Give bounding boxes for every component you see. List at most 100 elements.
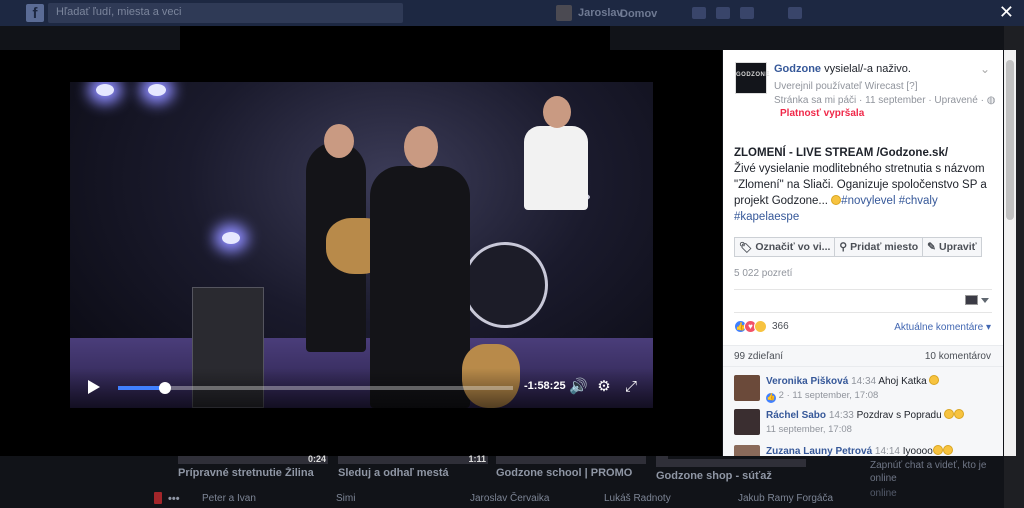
volume-icon[interactable]: 🔊 <box>569 378 588 396</box>
related-thumbnail <box>496 456 646 464</box>
home-link[interactable]: Domov <box>620 8 657 20</box>
globe-icon: ◍ <box>986 95 996 106</box>
related-thumbnail: 0:24 <box>178 454 328 464</box>
drummer <box>524 126 588 210</box>
chat-contact[interactable]: Lukáš Radnoty <box>604 493 671 504</box>
chevron-down-icon[interactable]: ⌄ <box>980 62 990 76</box>
messages-icon[interactable] <box>716 7 730 19</box>
avatar <box>556 5 572 21</box>
post-meta: Uverejnil používateľ Wirecast [?] Stránk… <box>774 80 995 108</box>
related-video[interactable]: Godzone school | PROMO <box>496 456 646 490</box>
singer-head <box>404 126 438 168</box>
caret-down-icon <box>981 297 989 303</box>
avatar[interactable] <box>734 445 760 456</box>
comment-count[interactable]: 10 komentárov <box>925 351 991 362</box>
stage-light <box>96 84 114 96</box>
comment-content: Ráchel Sabo 14:33 Pozdrav s Popradu 11 s… <box>766 409 994 437</box>
post-action-text: vysielal/-a naživo. <box>821 63 911 75</box>
add-location-button[interactable]: ⚲ Pridať miesto <box>835 237 924 257</box>
chat-contact[interactable]: Jaroslav Červaika <box>470 493 549 504</box>
facebook-logo-icon[interactable]: f <box>26 4 44 22</box>
comment-author[interactable]: Zuzana Launy Petrová <box>766 446 872 456</box>
heart-eyes-emoji-icon <box>954 409 965 419</box>
page-header-strip <box>180 26 610 50</box>
avatar[interactable] <box>734 409 760 435</box>
post-title-line: Godzone vysielal/-a naživo. <box>774 63 911 75</box>
comment-text: Ahoj Katka <box>878 376 927 387</box>
tag-icon: 🏷 <box>739 241 753 254</box>
video-duration: 1:11 <box>468 454 486 464</box>
comment-text: Pozdrav s Popradu <box>856 410 942 421</box>
cool-emoji-icon <box>944 409 955 419</box>
reactions[interactable]: 👍 ♥ 366 <box>734 320 789 333</box>
friend-requests-icon[interactable] <box>692 7 706 19</box>
divider <box>734 289 992 290</box>
tag-in-video-button[interactable]: 🏷 Označiť vo vi... <box>734 237 836 257</box>
hashtag-link[interactable]: #kapelaespe <box>734 211 799 223</box>
scrollbar-thumb[interactable] <box>1006 60 1014 220</box>
guitarist-head <box>324 124 354 158</box>
progress-handle[interactable] <box>159 382 172 394</box>
stage-light <box>222 232 240 244</box>
notifications-icon[interactable] <box>740 7 754 19</box>
comment-meta: 👍 2 · 11 september, 17:08 <box>766 390 879 403</box>
post-heading: ZLOMENÍ - LIVE STREAM /Godzone.sk/ <box>734 147 949 159</box>
sort-label: Aktuálne komentáre <box>894 322 984 333</box>
hashtag-link[interactable]: #novylevel <box>841 195 895 207</box>
comment-meta: 11 september, 17:08 <box>766 423 994 437</box>
profile-link[interactable]: Jaroslav <box>556 3 623 23</box>
chat-contact[interactable]: Peter a Ivan <box>202 493 256 504</box>
reaction-count: 366 <box>772 321 789 332</box>
chat-contact[interactable]: Simi <box>336 493 355 504</box>
audience-selector[interactable] <box>965 295 989 305</box>
time-remaining: -1:58:25 <box>524 380 566 392</box>
bass-drum <box>462 242 548 328</box>
chat-contact[interactable]: Jakub Ramy Forgáča <box>738 493 833 504</box>
comment-text: Iyoooo <box>902 446 933 456</box>
search-input[interactable]: Hľadať ľudí, miesta a veci <box>48 3 403 23</box>
share-count[interactable]: 99 zdieľaní <box>734 351 783 362</box>
location-pin-icon: ⚲ <box>839 241 848 253</box>
settings-gear-icon[interactable]: ⚙ <box>595 378 613 396</box>
heart-eyes-emoji-icon <box>942 445 953 455</box>
post-header: GODZONE Godzone vysielal/-a naživo. Uver… <box>723 50 1003 122</box>
comment-author[interactable]: Veronika Pišková <box>766 376 848 387</box>
related-video[interactable]: 1:11 Sleduj a odhaľ mestá <box>338 454 488 490</box>
drummer-head <box>543 96 571 128</box>
post-body: ZLOMENÍ - LIVE STREAM /Godzone.sk/ Živé … <box>734 145 994 225</box>
comment-date[interactable]: 11 september, 17:08 <box>766 424 852 435</box>
video-player[interactable]: -1:58:25 🔊 ⚙ ⤢ <box>70 82 653 408</box>
comment-time: 14:33 <box>828 410 854 421</box>
post-actions: 🏷 Označiť vo vi... ⚲ Pridať miesto ✎ Upravi… <box>734 237 982 257</box>
button-label: Označiť vo vi... <box>755 241 831 253</box>
smile-emoji-icon <box>831 195 842 205</box>
page-thumbnail-icon <box>965 295 978 305</box>
comment-author[interactable]: Ráchel Sabo <box>766 410 826 421</box>
hashtag-link[interactable]: #chvaly <box>899 195 938 207</box>
video-controls: -1:58:25 🔊 ⚙ ⤢ <box>70 368 653 408</box>
avatar[interactable] <box>734 375 760 401</box>
progress-bar[interactable] <box>118 382 513 394</box>
facebook-topbar: f Hľadať ľudí, miesta a veci Jaroslav Do… <box>0 0 1024 26</box>
divider <box>734 312 992 313</box>
progress-fill <box>118 386 166 390</box>
related-video[interactable]: 0:24 Prípravné stretnutie Žilina <box>178 454 328 490</box>
engagement-stats: 99 zdieľaní 10 komentárov <box>723 345 1003 367</box>
wow-reaction-icon <box>754 320 767 333</box>
related-thumbnail <box>656 459 806 467</box>
button-label: Upraviť <box>938 241 977 253</box>
comment-sort-dropdown[interactable]: Aktuálne komentáre ▾ <box>894 322 991 333</box>
comment-date[interactable]: 11 september, 17:08 <box>792 390 878 401</box>
related-video[interactable]: Godzone shop - súťaž <box>656 459 806 482</box>
play-icon[interactable] <box>88 380 100 394</box>
menu-icon[interactable] <box>788 7 802 19</box>
related-title: Godzone school | PROMO <box>496 467 633 479</box>
fullscreen-icon[interactable]: ⤢ <box>622 378 640 396</box>
page-name-link[interactable]: Godzone <box>774 63 821 75</box>
related-title: Godzone shop - súťaž <box>656 470 772 482</box>
close-icon[interactable]: ✕ <box>999 2 1014 22</box>
comment-content: Veronika Pišková 14:34 Ahoj Katka 👍 2 · … <box>766 375 994 403</box>
chat-hint[interactable]: Zapnúť chat a videť, kto je online <box>870 459 1004 485</box>
page-avatar[interactable]: GODZONE <box>735 62 769 94</box>
edit-button[interactable]: ✎ Upraviť <box>923 237 982 257</box>
